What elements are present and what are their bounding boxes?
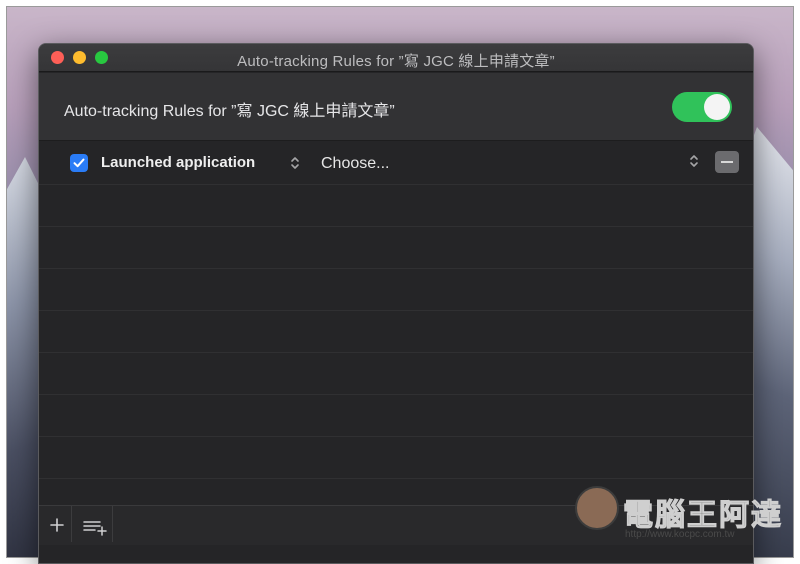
window-title: Auto-tracking Rules for ”寫 JGC 線上申請文章”	[237, 53, 555, 70]
row-divider	[39, 394, 753, 395]
rule-enabled-checkbox[interactable]	[70, 154, 88, 172]
auto-tracking-toggle[interactable]	[672, 92, 732, 122]
plus-icon[interactable]	[47, 515, 67, 535]
row-divider	[39, 310, 753, 311]
watermark-mascot-icon	[575, 486, 619, 530]
row-divider	[39, 268, 753, 269]
row-divider	[39, 352, 753, 353]
title-bar[interactable]: Auto-tracking Rules for ”寫 JGC 線上申請文章”	[39, 44, 753, 72]
rule-row: Launched application Choose...	[39, 142, 753, 184]
value-chevrons-icon[interactable]	[688, 152, 700, 170]
checkmark-icon	[73, 158, 85, 168]
rule-value-popup[interactable]: Choose...	[321, 155, 389, 173]
remove-rule-button[interactable]	[715, 151, 739, 173]
row-divider	[39, 184, 753, 185]
footer-divider	[71, 506, 72, 542]
minus-icon	[721, 161, 733, 163]
watermark-text: 電腦王阿達	[623, 499, 783, 533]
row-divider	[39, 436, 753, 437]
watermark-url: http://www.kocpc.com.tw	[625, 529, 735, 540]
header-label: Auto-tracking Rules for ”寫 JGC 線上申請文章”	[64, 103, 395, 120]
popup-chevrons-icon[interactable]	[289, 154, 301, 172]
row-divider	[39, 226, 753, 227]
rules-list: Launched application Choose...	[39, 142, 753, 506]
rules-header: Auto-tracking Rules for ”寫 JGC 線上申請文章”	[39, 73, 753, 141]
watermark: 電腦王阿達 http://www.kocpc.com.tw	[575, 478, 785, 544]
rule-type-popup[interactable]: Launched application	[101, 154, 255, 171]
footer-divider	[112, 506, 113, 542]
add-list-icon[interactable]	[82, 516, 108, 536]
toggle-knob	[704, 94, 730, 120]
